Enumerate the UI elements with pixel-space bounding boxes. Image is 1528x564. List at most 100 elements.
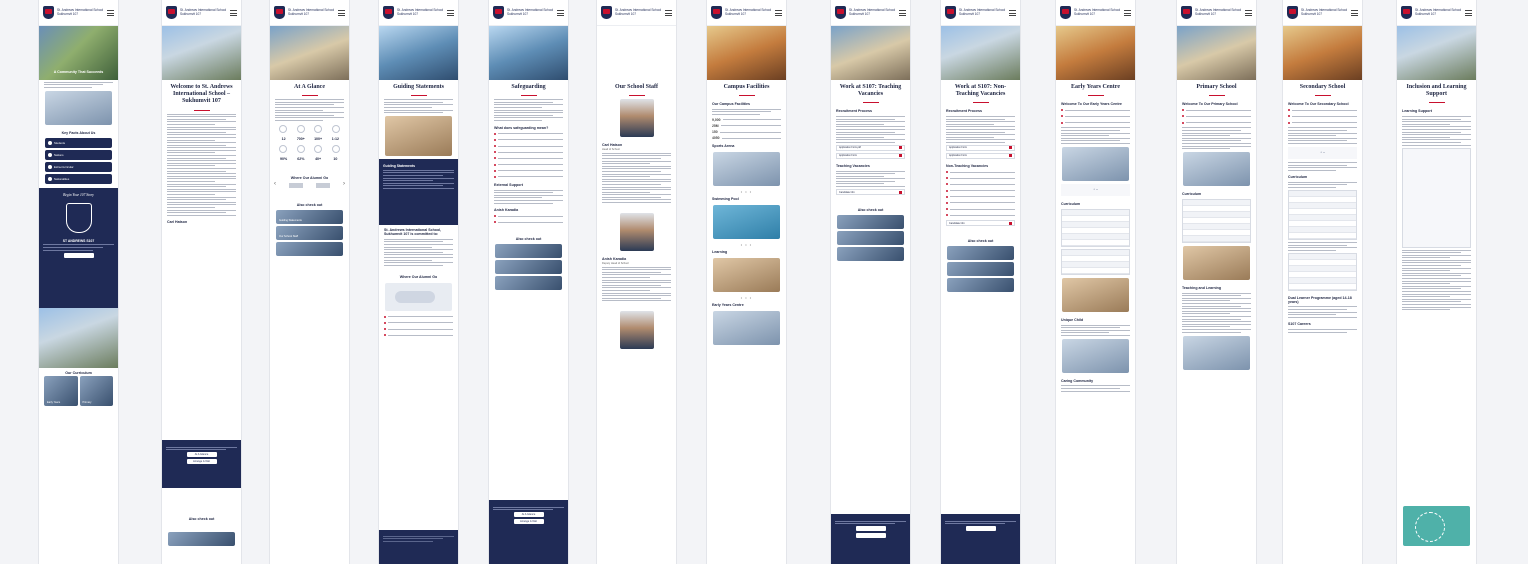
- stat-nations: Nations: [45, 149, 112, 160]
- related-link-card[interactable]: [837, 215, 904, 230]
- screen-inclusion: St. Andrews International School Sukhumv…: [1396, 0, 1477, 564]
- vacancy-item[interactable]: [941, 212, 1020, 218]
- hamburger-menu-icon[interactable]: [1465, 9, 1472, 16]
- community-photo: [1062, 338, 1129, 373]
- related-link-card[interactable]: [947, 262, 1014, 277]
- pull-quote: “ ”: [1288, 146, 1357, 159]
- early-years-card[interactable]: Early Years: [44, 375, 78, 406]
- download-icon: [1009, 154, 1012, 158]
- related-link-card[interactable]: [168, 532, 235, 546]
- hamburger-menu-icon[interactable]: [1009, 9, 1016, 16]
- vacancy-list: [831, 170, 910, 188]
- title-rule: [1314, 95, 1331, 97]
- page-title: Guiding Statements: [393, 84, 444, 90]
- school-crest-icon[interactable]: [1060, 6, 1071, 19]
- arrange-visit-button[interactable]: Arrange A Visit: [186, 459, 217, 465]
- brand-text: St. Andrews International School Sukhumv…: [57, 7, 104, 16]
- curriculum-heading: Curriculum: [1061, 201, 1081, 206]
- pull-quote: “ ”: [1061, 183, 1130, 196]
- info-item: [1056, 120, 1135, 126]
- page-title: Our School Staff: [615, 84, 658, 90]
- hero-image: [1397, 26, 1476, 80]
- download-link[interactable]: Application Form: [946, 152, 1015, 159]
- hamburger-menu-icon[interactable]: [230, 9, 237, 16]
- related-link-card[interactable]: [495, 259, 562, 274]
- site-header: St. Andrews International School Sukhumv…: [270, 0, 349, 26]
- school-crest-icon[interactable]: [1181, 6, 1192, 19]
- legend-row: [379, 332, 458, 338]
- download-link[interactable]: Application Form: [836, 152, 905, 159]
- chevron-right-icon[interactable]: ›: [343, 181, 345, 190]
- at-a-glance-button[interactable]: At A Glance: [186, 452, 217, 458]
- also-check-out-heading: Also check out: [188, 517, 215, 521]
- hamburger-menu-icon[interactable]: [447, 9, 454, 16]
- cta-button[interactable]: [855, 533, 886, 539]
- related-link-card[interactable]: [947, 246, 1014, 261]
- brand-text: St. Andrews International School Sukhumv…: [1301, 7, 1348, 16]
- screen-campus-facilities: St. Andrews International School Sukhumv…: [706, 0, 787, 564]
- school-crest-icon[interactable]: [383, 6, 394, 19]
- related-link-card[interactable]: Our School Staff: [276, 225, 343, 240]
- school-crest-icon[interactable]: [166, 6, 177, 19]
- alumni-heading: Where Our Alumni Go: [399, 274, 438, 279]
- download-link[interactable]: Application Form.pdf: [836, 144, 905, 151]
- page-title: Primary School: [1196, 84, 1237, 90]
- virtual-tour-button[interactable]: [63, 252, 94, 258]
- related-link-card[interactable]: [495, 243, 562, 258]
- guiding-statement-panel: Guiding Statements: [379, 159, 458, 226]
- site-header: St. Andrews International School Sukhumv…: [39, 0, 118, 26]
- cta-button[interactable]: [855, 526, 886, 532]
- hamburger-menu-icon[interactable]: [1124, 9, 1131, 16]
- unique-child-heading: Unique Child: [1061, 317, 1084, 322]
- related-link-card[interactable]: [837, 231, 904, 246]
- related-link-card[interactable]: [947, 278, 1014, 293]
- download-link[interactable]: Candidate Info: [946, 220, 1015, 227]
- school-crest-icon[interactable]: [711, 6, 722, 19]
- screen-school-staff: St. Andrews International School Sukhumv…: [596, 0, 677, 564]
- school-crest-icon[interactable]: [274, 6, 285, 19]
- school-crest-icon[interactable]: [601, 6, 612, 19]
- recruitment-heading: Recruitment Process: [836, 109, 872, 114]
- cta-button[interactable]: [965, 526, 996, 532]
- body-text: [270, 99, 349, 121]
- sports-arena-photo: [713, 152, 780, 187]
- school-crest-icon[interactable]: [493, 6, 504, 19]
- title-rule: [1087, 95, 1104, 97]
- related-link-card[interactable]: Guiding Statements: [276, 209, 343, 224]
- school-crest-icon[interactable]: [1401, 6, 1412, 19]
- related-link-card[interactable]: [837, 247, 904, 262]
- school-crest-icon[interactable]: [835, 6, 846, 19]
- school-crest-icon[interactable]: [945, 6, 956, 19]
- arrange-visit-button[interactable]: Arrange A Visit: [513, 519, 544, 525]
- school-crest-icon[interactable]: [1287, 6, 1298, 19]
- hamburger-menu-icon[interactable]: [775, 9, 782, 16]
- hamburger-menu-icon[interactable]: [665, 9, 672, 16]
- site-header: St. Andrews International School Sukhumv…: [489, 0, 568, 26]
- students-icon: [48, 140, 52, 145]
- brand-text: St. Andrews International School Sukhumv…: [397, 7, 444, 16]
- site-header: St. Andrews International School Sukhumv…: [941, 0, 1020, 26]
- download-link[interactable]: Application Form: [946, 144, 1015, 151]
- teaching-heading: Teaching and Learning: [1182, 286, 1222, 291]
- hamburger-menu-icon[interactable]: [338, 9, 345, 16]
- swimming-pool-heading: Swimming Pool: [712, 197, 739, 202]
- body-text: [707, 108, 786, 115]
- hamburger-menu-icon[interactable]: [1245, 9, 1252, 16]
- hamburger-menu-icon[interactable]: [107, 9, 114, 16]
- curriculum-heading: Curriculum: [1288, 175, 1308, 180]
- hamburger-menu-icon[interactable]: [557, 9, 564, 16]
- school-crest-icon[interactable]: [43, 6, 54, 19]
- hamburger-menu-icon[interactable]: [1351, 9, 1358, 16]
- body-text: [1397, 115, 1476, 146]
- at-a-glance-button[interactable]: At A Glance: [513, 512, 544, 518]
- hamburger-menu-icon[interactable]: [899, 9, 906, 16]
- related-link-card[interactable]: [276, 241, 343, 256]
- download-link[interactable]: Candidate Info: [836, 189, 905, 196]
- curriculum-table: [1182, 199, 1251, 244]
- stat-students: Students: [45, 137, 112, 148]
- primary-card[interactable]: Primary: [79, 375, 113, 406]
- title-rule: [520, 95, 537, 97]
- qualifications-table: [1288, 252, 1357, 291]
- contact-phone[interactable]: [489, 219, 568, 225]
- related-link-card[interactable]: [495, 275, 562, 290]
